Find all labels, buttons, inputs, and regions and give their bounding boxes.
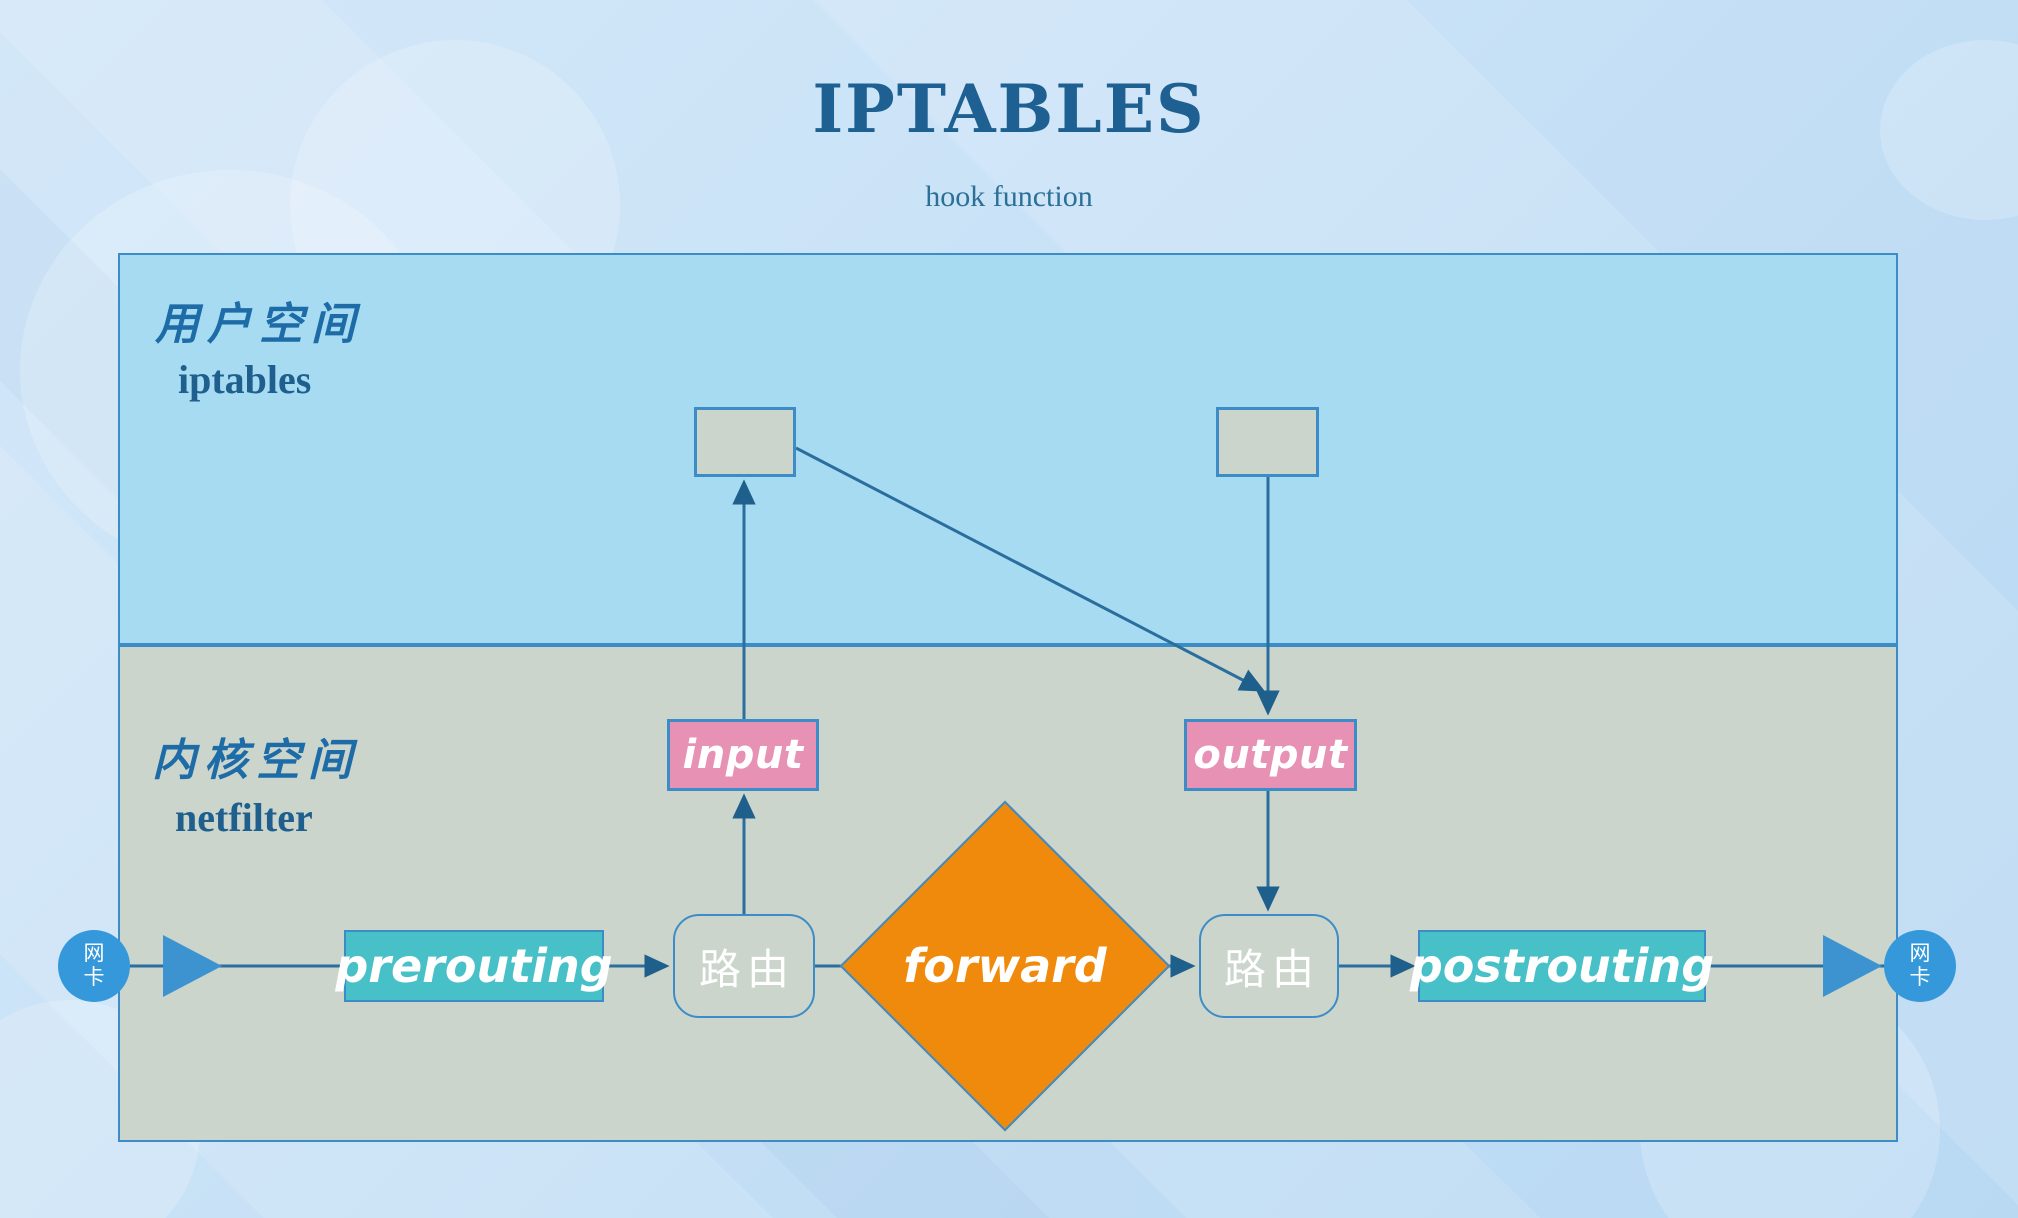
network-card-left[interactable]: 网 卡	[58, 930, 130, 1002]
chain-prerouting[interactable]: prerouting	[335, 930, 613, 1002]
inbound-arrow-icon	[163, 935, 222, 997]
diagram-canvas: IPTABLES hook function 用户空间 iptables 内核空…	[0, 0, 2018, 1218]
routing-decision-1[interactable]: 路由	[673, 914, 815, 1018]
chain-output[interactable]: output	[1184, 719, 1357, 791]
network-card-right[interactable]: 网 卡	[1884, 930, 1956, 1002]
chain-postrouting[interactable]: postrouting	[1410, 930, 1714, 1002]
chain-input[interactable]: input	[667, 719, 819, 791]
userspace-rule-box-right[interactable]	[1216, 407, 1319, 477]
routing-decision-2[interactable]: 路由	[1199, 914, 1339, 1018]
nic-right-line1: 网	[1909, 941, 1931, 966]
nic-left-line1: 网	[83, 941, 105, 966]
outbound-arrow-icon	[1823, 935, 1882, 997]
chain-forward[interactable]: forward	[839, 800, 1171, 1132]
nic-left-line2: 卡	[83, 965, 105, 989]
chain-forward-label: forward	[903, 939, 1107, 993]
nic-right-line2: 卡	[1909, 965, 1931, 989]
userspace-rule-box-left[interactable]	[694, 407, 796, 477]
